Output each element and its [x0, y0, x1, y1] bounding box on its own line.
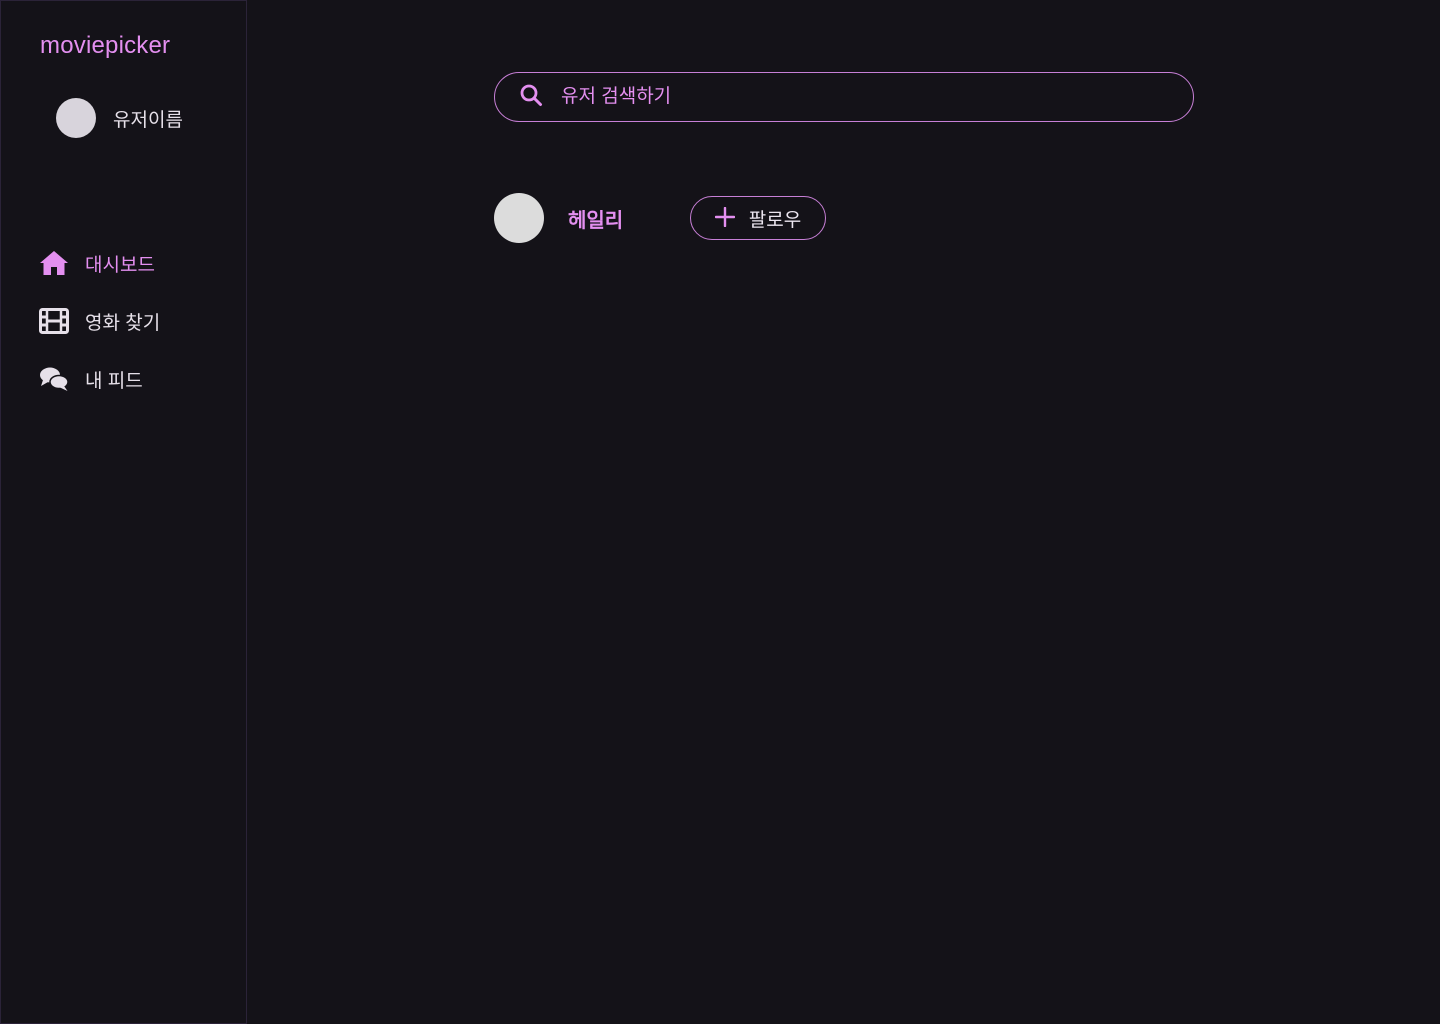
user-name[interactable]: 헤일리 [568, 204, 666, 233]
app-root: moviepicker 유저이름 대시보드 영화 찾기 내 피드 유저 검색하기… [0, 0, 1440, 1024]
user-result: 헤일리 팔로우 [494, 193, 826, 243]
sidebar-item-find-movies[interactable]: 영화 찾기 [39, 303, 160, 339]
search-bar[interactable] [494, 72, 1194, 122]
sidebar-nav: 대시보드 영화 찾기 내 피드 [39, 245, 160, 419]
sidebar-item-label: 영화 찾기 [85, 312, 161, 334]
plus-icon [714, 206, 735, 230]
sidebar-item-my-feed[interactable]: 내 피드 [39, 361, 160, 397]
sidebar-item-label: 내 피드 [85, 370, 143, 392]
follow-button-label: 팔로우 [748, 209, 802, 231]
avatar[interactable] [494, 193, 544, 243]
sidebar: moviepicker 유저이름 대시보드 영화 찾기 내 피드 [0, 0, 247, 1024]
avatar[interactable] [56, 98, 96, 138]
sidebar-item-dashboard[interactable]: 대시보드 [39, 245, 160, 281]
film-icon [39, 306, 69, 336]
sidebar-item-label: 대시보드 [85, 254, 155, 276]
profile[interactable]: 유저이름 [56, 98, 183, 138]
chat-icon [39, 364, 69, 394]
search-input[interactable] [559, 85, 1193, 109]
app-logo[interactable]: moviepicker [40, 32, 170, 60]
home-icon [39, 248, 69, 278]
follow-button[interactable]: 팔로우 [690, 196, 826, 240]
profile-username: 유저이름 [113, 109, 183, 131]
search-icon[interactable] [519, 83, 543, 112]
